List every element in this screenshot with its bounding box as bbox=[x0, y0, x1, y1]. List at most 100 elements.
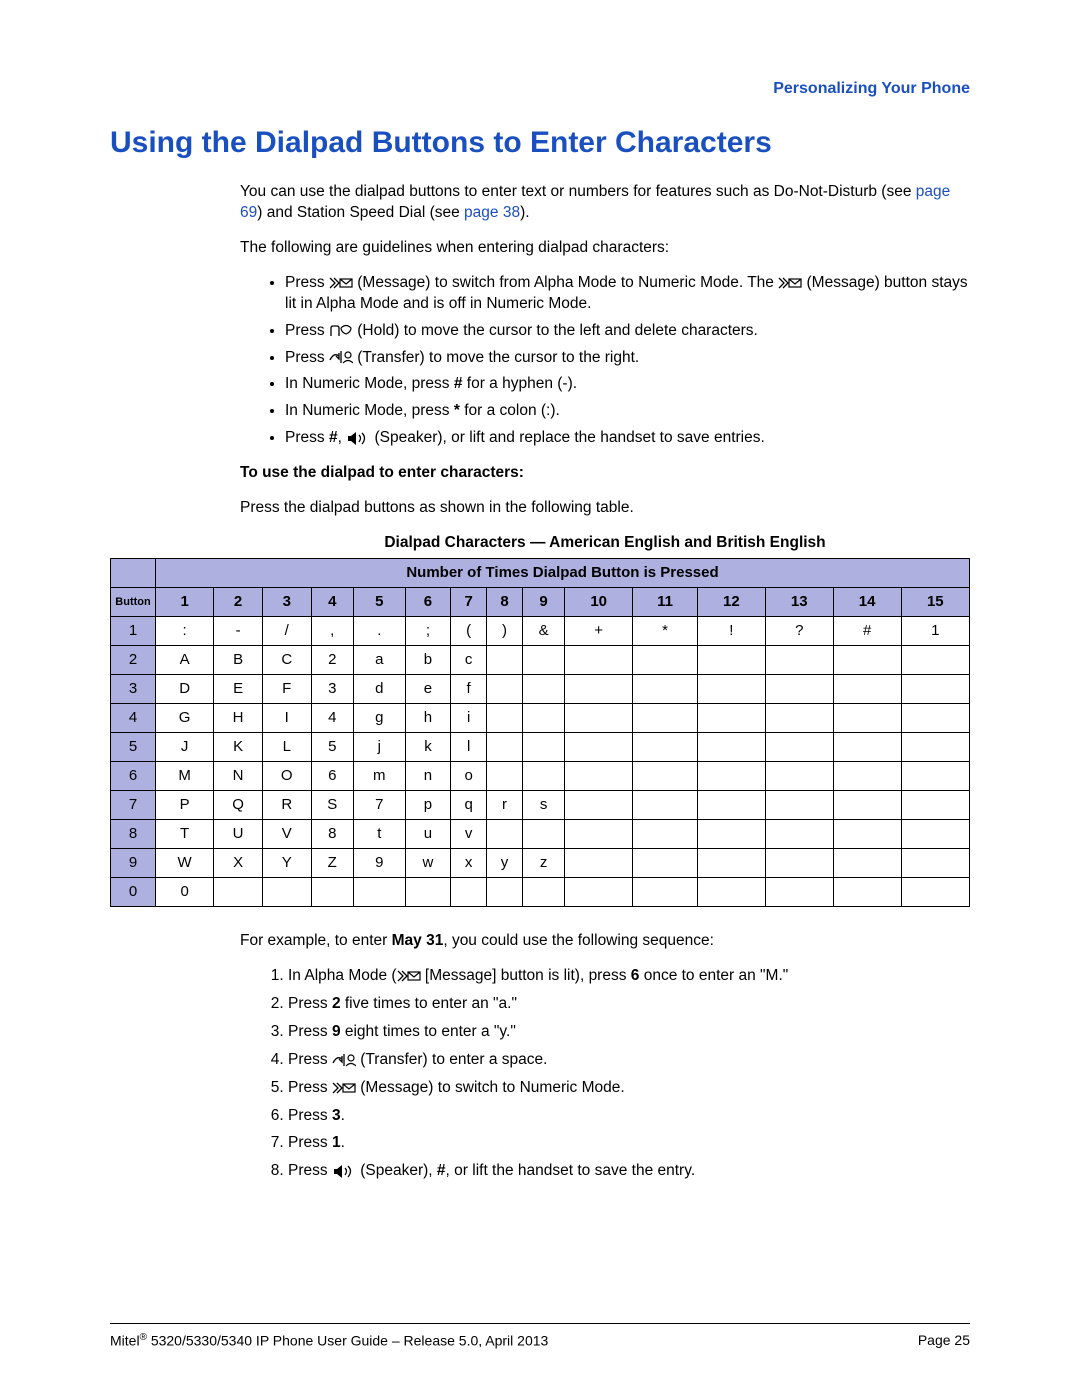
table-row: 7PQRS7pqrs bbox=[111, 790, 970, 819]
list-item: Press 9 eight times to enter a "y." bbox=[288, 1022, 970, 1043]
table-cell: q bbox=[451, 790, 487, 819]
table-cell: d bbox=[353, 674, 405, 703]
list-item: Press 1. bbox=[288, 1133, 970, 1154]
message-icon bbox=[332, 1081, 356, 1095]
table-col-header: 3 bbox=[262, 587, 311, 616]
table-cell: M bbox=[156, 761, 214, 790]
table-col-header: 15 bbox=[901, 587, 969, 616]
table-cell: B bbox=[214, 645, 263, 674]
table-col-header: 8 bbox=[487, 587, 523, 616]
table-cell bbox=[901, 790, 969, 819]
table-cell bbox=[697, 732, 765, 761]
list-item: In Alpha Mode ( [Message] button is lit)… bbox=[288, 966, 970, 987]
table-cell: a bbox=[353, 645, 405, 674]
table-cell: F bbox=[262, 674, 311, 703]
table-cell: D bbox=[156, 674, 214, 703]
table-col-header: 5 bbox=[353, 587, 405, 616]
footer-left: Mitel® 5320/5330/5340 IP Phone User Guid… bbox=[110, 1332, 548, 1349]
table-row-label: 8 bbox=[111, 819, 156, 848]
table-header-span: Number of Times Dialpad Button is Presse… bbox=[156, 558, 970, 587]
table-cell: f bbox=[451, 674, 487, 703]
table-cell bbox=[633, 761, 698, 790]
table-cell bbox=[765, 877, 833, 906]
speaker-icon bbox=[346, 431, 370, 445]
list-item: Press (Transfer) to enter a space. bbox=[288, 1050, 970, 1071]
page-link-38[interactable]: page 38 bbox=[464, 204, 520, 221]
table-cell: ? bbox=[765, 616, 833, 645]
table-cell: ! bbox=[697, 616, 765, 645]
table-cell bbox=[565, 819, 633, 848]
table-cell: 6 bbox=[311, 761, 353, 790]
table-cell: 0 bbox=[156, 877, 214, 906]
table-cell: 7 bbox=[353, 790, 405, 819]
list-item: Press 3. bbox=[288, 1106, 970, 1127]
table-cell bbox=[633, 877, 698, 906]
table-cell bbox=[522, 761, 564, 790]
table-cell: i bbox=[451, 703, 487, 732]
table-cell bbox=[522, 732, 564, 761]
table-cell: Q bbox=[214, 790, 263, 819]
table-cell bbox=[765, 703, 833, 732]
table-cell bbox=[697, 674, 765, 703]
instructions-heading: To use the dialpad to enter characters: bbox=[240, 463, 970, 484]
table-cell: k bbox=[405, 732, 450, 761]
table-cell bbox=[901, 645, 969, 674]
table-col-header: 1 bbox=[156, 587, 214, 616]
table-cell: 9 bbox=[353, 848, 405, 877]
speaker-icon bbox=[332, 1164, 356, 1178]
table-cell: I bbox=[262, 703, 311, 732]
table-cell bbox=[697, 703, 765, 732]
table-cell bbox=[697, 877, 765, 906]
table-cell bbox=[522, 703, 564, 732]
table-cell: n bbox=[405, 761, 450, 790]
table-cell bbox=[565, 790, 633, 819]
table-cell: - bbox=[214, 616, 263, 645]
table-cell bbox=[901, 761, 969, 790]
table-row: 2ABC2abc bbox=[111, 645, 970, 674]
table-cell bbox=[633, 674, 698, 703]
table-cell bbox=[765, 848, 833, 877]
table-cell: m bbox=[353, 761, 405, 790]
table-cell: 3 bbox=[311, 674, 353, 703]
table-cell bbox=[833, 732, 901, 761]
table-cell bbox=[765, 674, 833, 703]
message-icon bbox=[397, 969, 421, 983]
table-row-label: 9 bbox=[111, 848, 156, 877]
table-row: 1:-/,.;()&+*!?#1 bbox=[111, 616, 970, 645]
table-col-header: 11 bbox=[633, 587, 698, 616]
table-cell: # bbox=[833, 616, 901, 645]
intro-para-2: The following are guidelines when enteri… bbox=[240, 238, 970, 259]
table-cell bbox=[901, 819, 969, 848]
table-row-label: 2 bbox=[111, 645, 156, 674]
table-col-header: 12 bbox=[697, 587, 765, 616]
table-row: 00 bbox=[111, 877, 970, 906]
table-cell: L bbox=[262, 732, 311, 761]
table-row-label: 5 bbox=[111, 732, 156, 761]
guidelines-list: Press (Message) to switch from Alpha Mod… bbox=[240, 273, 970, 449]
table-cell: b bbox=[405, 645, 450, 674]
table-cell bbox=[487, 761, 523, 790]
table-col-header: 14 bbox=[833, 587, 901, 616]
table-cell: V bbox=[262, 819, 311, 848]
table-title: Dialpad Characters — American English an… bbox=[240, 533, 970, 554]
table-cell: 5 bbox=[311, 732, 353, 761]
table-cell bbox=[522, 645, 564, 674]
table-cell bbox=[487, 819, 523, 848]
list-item: In Numeric Mode, press * for a colon (:)… bbox=[285, 401, 970, 422]
table-cell: z bbox=[522, 848, 564, 877]
table-cell: 8 bbox=[311, 819, 353, 848]
table-row-label: 1 bbox=[111, 616, 156, 645]
table-cell: + bbox=[565, 616, 633, 645]
table-cell: v bbox=[451, 819, 487, 848]
table-cell: K bbox=[214, 732, 263, 761]
table-row-label: 4 bbox=[111, 703, 156, 732]
transfer-icon bbox=[329, 350, 353, 364]
table-cell: W bbox=[156, 848, 214, 877]
table-cell: : bbox=[156, 616, 214, 645]
list-item: Press 2 five times to enter an "a." bbox=[288, 994, 970, 1015]
transfer-icon bbox=[332, 1053, 356, 1067]
table-cell bbox=[353, 877, 405, 906]
table-cell: x bbox=[451, 848, 487, 877]
table-cell bbox=[565, 703, 633, 732]
table-cell bbox=[633, 819, 698, 848]
